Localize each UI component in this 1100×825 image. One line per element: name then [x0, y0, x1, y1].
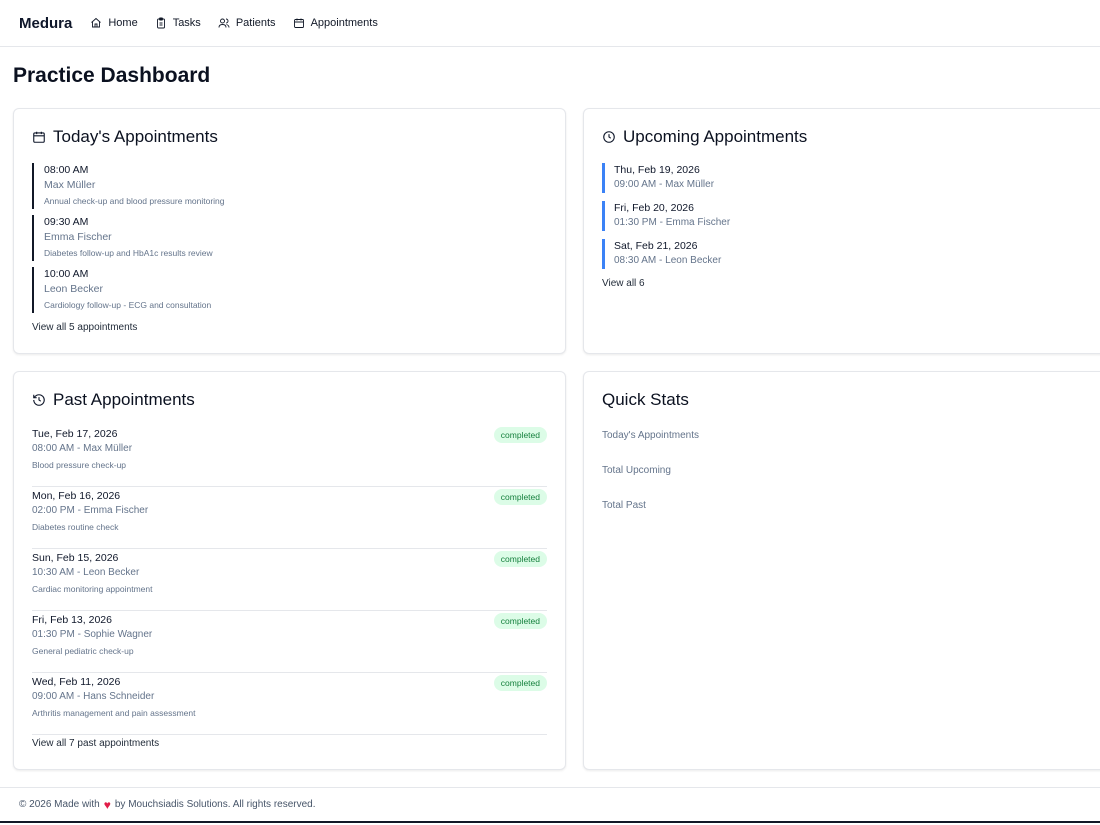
stats-list: Today's Appointments Total Upcoming Tota…	[602, 430, 699, 535]
past-time-patient: 08:00 AM - Max Müller	[32, 443, 133, 454]
status-badge: completed	[493, 551, 547, 567]
past-appointment-item[interactable]: Wed, Feb 11, 2026 09:00 AM - Hans Schnei…	[32, 673, 547, 735]
appointment-description: Cardiology follow-up - ECG and consultat…	[44, 300, 212, 310]
appointment-time: 09:30 AM	[44, 216, 89, 228]
appointment-patient: Leon Becker	[44, 283, 103, 295]
appointment-description: Diabetes follow-up and HbA1c results rev…	[44, 248, 213, 258]
upcoming-appointments-header: Upcoming Appointments	[602, 127, 807, 147]
todays-appointments-list: 08:00 AM Max Müller Annual check-up and …	[32, 163, 542, 319]
past-time-patient: 01:30 PM - Sophie Wagner	[32, 629, 153, 640]
past-date: Wed, Feb 11, 2026	[32, 676, 121, 688]
view-all-past-link[interactable]: View all 7 past appointments	[32, 738, 159, 749]
home-icon	[91, 17, 102, 28]
stat-total-past: Total Past	[602, 500, 646, 511]
stat-total-upcoming: Total Upcoming	[602, 465, 671, 476]
nav-tasks[interactable]: Tasks	[155, 17, 201, 29]
todays-appointments-header: Today's Appointments	[32, 127, 218, 147]
nav-patients[interactable]: Patients	[218, 17, 276, 29]
footer-credits: by Mouchsiadis Solutions. All rights res…	[114, 799, 316, 810]
heart-icon: ♥	[103, 797, 111, 812]
appointment-patient: Emma Fischer	[44, 231, 112, 243]
calendar-icon	[293, 18, 304, 28]
footer-copyright: © 2026 Made with	[19, 799, 100, 810]
appointment-item[interactable]: 10:00 AM Leon Becker Cardiology follow-u…	[32, 267, 542, 313]
top-nav: Medura Home Tasks Patients Appointments	[0, 0, 1100, 47]
brand-logo[interactable]: Medura	[19, 15, 72, 32]
past-description: Arthritis management and pain assessment	[32, 708, 196, 718]
upcoming-time-patient: 01:30 PM - Emma Fischer	[614, 217, 731, 228]
footer: © 2026 Made with ♥ by Mouchsiadis Soluti…	[0, 787, 1100, 823]
users-icon	[218, 18, 230, 28]
past-description: Blood pressure check-up	[32, 460, 127, 470]
past-time-patient: 10:30 AM - Leon Becker	[32, 567, 140, 578]
clock-icon	[603, 131, 615, 143]
stat-todays-appointments: Today's Appointments	[602, 430, 699, 441]
upcoming-item[interactable]: Thu, Feb 19, 2026 09:00 AM - Max Müller	[602, 163, 730, 193]
upcoming-time-patient: 09:00 AM - Max Müller	[614, 179, 715, 190]
upcoming-date: Thu, Feb 19, 2026	[614, 164, 700, 176]
past-description: Diabetes routine check	[32, 522, 119, 532]
past-time-patient: 02:00 PM - Emma Fischer	[32, 505, 149, 516]
status-badge: completed	[493, 613, 547, 629]
appointment-item[interactable]: 08:00 AM Max Müller Annual check-up and …	[32, 163, 542, 209]
status-badge: completed	[493, 489, 547, 505]
view-all-appointments-link[interactable]: View all 5 appointments	[32, 322, 137, 333]
past-appointments-list: Tue, Feb 17, 2026 08:00 AM - Max Müller …	[32, 425, 547, 735]
card-title: Past Appointments	[53, 390, 195, 409]
past-date: Fri, Feb 13, 2026	[32, 614, 112, 626]
past-date: Sun, Feb 15, 2026	[32, 552, 119, 564]
upcoming-appointments-card: Upcoming Appointments Thu, Feb 19, 2026 …	[583, 108, 1100, 354]
nav-home-label: Home	[108, 17, 138, 29]
upcoming-date: Fri, Feb 20, 2026	[614, 202, 694, 214]
past-appointment-item[interactable]: Mon, Feb 16, 2026 02:00 PM - Emma Fische…	[32, 487, 547, 549]
appointment-item[interactable]: 09:30 AM Emma Fischer Diabetes follow-up…	[32, 215, 542, 261]
appointment-time: 08:00 AM	[44, 164, 89, 176]
calendar-icon	[33, 131, 45, 143]
upcoming-time-patient: 08:30 AM - Leon Becker	[614, 255, 722, 266]
past-appointments-card: Past Appointments Tue, Feb 17, 2026 08:0…	[13, 371, 566, 770]
card-title: Quick Stats	[602, 390, 689, 409]
upcoming-appointments-list: Thu, Feb 19, 2026 09:00 AM - Max Müller …	[602, 163, 730, 277]
clipboard-icon	[156, 17, 165, 29]
nav-patients-label: Patients	[235, 17, 276, 29]
nav-tasks-label: Tasks	[172, 17, 201, 29]
nav-home[interactable]: Home	[90, 17, 138, 29]
past-date: Mon, Feb 16, 2026	[32, 490, 121, 502]
appointment-patient: Max Müller	[44, 179, 96, 191]
card-title: Today's Appointments	[53, 127, 218, 146]
nav-appointments-label: Appointments	[310, 17, 378, 29]
card-title: Upcoming Appointments	[623, 127, 808, 146]
upcoming-date: Sat, Feb 21, 2026	[614, 240, 698, 252]
appointment-time: 10:00 AM	[44, 268, 89, 280]
past-date: Tue, Feb 17, 2026	[32, 428, 118, 440]
history-icon	[33, 394, 45, 406]
status-badge: completed	[493, 427, 547, 443]
todays-appointments-card: Today's Appointments 08:00 AM Max Müller…	[13, 108, 566, 354]
nav-appointments[interactable]: Appointments	[293, 17, 378, 29]
past-appointment-item[interactable]: Fri, Feb 13, 2026 01:30 PM - Sophie Wagn…	[32, 611, 547, 673]
past-appointment-item[interactable]: Tue, Feb 17, 2026 08:00 AM - Max Müller …	[32, 425, 547, 487]
upcoming-item[interactable]: Sat, Feb 21, 2026 08:30 AM - Leon Becker	[602, 239, 730, 269]
quick-stats-header: Quick Stats	[602, 390, 689, 410]
status-badge: completed	[493, 675, 547, 691]
past-description: General pediatric check-up	[32, 646, 134, 656]
past-time-patient: 09:00 AM - Hans Schneider	[32, 691, 155, 702]
past-appointments-header: Past Appointments	[32, 390, 195, 410]
appointment-description: Annual check-up and blood pressure monit…	[44, 196, 225, 206]
past-description: Cardiac monitoring appointment	[32, 584, 153, 594]
page-title: Practice Dashboard	[13, 64, 211, 87]
upcoming-item[interactable]: Fri, Feb 20, 2026 01:30 PM - Emma Fische…	[602, 201, 730, 231]
past-appointment-item[interactable]: Sun, Feb 15, 2026 10:30 AM - Leon Becker…	[32, 549, 547, 611]
quick-stats-card: Quick Stats Today's Appointments Total U…	[583, 371, 1100, 770]
view-all-upcoming-link[interactable]: View all 6	[602, 278, 645, 289]
